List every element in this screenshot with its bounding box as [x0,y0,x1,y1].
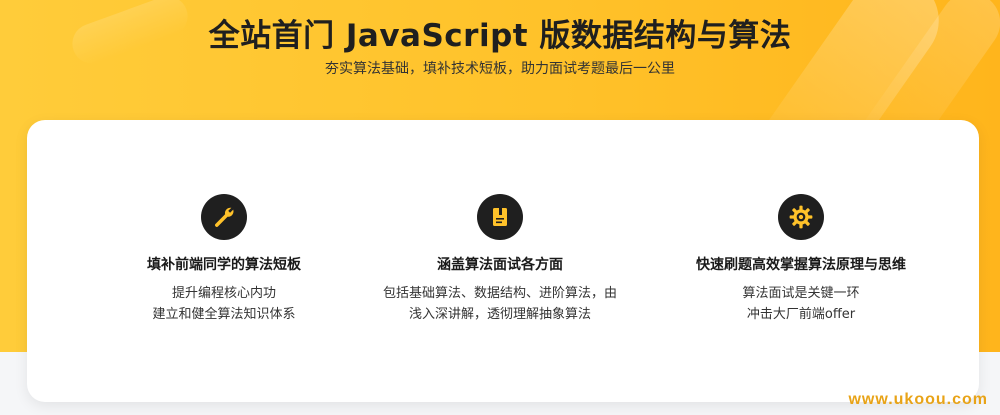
watermark: www.ukoou.com [848,391,988,408]
wrench-icon [201,194,247,240]
feature-desc-line: 算法面试是关键一环 [742,286,860,301]
feature-item: 涵盖算法面试各方面 包括基础算法、数据结构、进阶算法，由 浅入深讲解，透彻理解抽… [350,194,650,325]
page-subtitle: 夯实算法基础，填补技术短板，助力面试考题最后一公里 [325,61,675,77]
feature-title: 快速刷题高效掌握算法原理与思维 [696,257,906,273]
features-card: 填补前端同学的算法短板 提升编程核心内功 建立和健全算法知识体系 涵盖算法面试各… [27,120,979,402]
feature-item: 填补前端同学的算法短板 提升编程核心内功 建立和健全算法知识体系 [74,194,374,325]
page-title: 全站首门 JavaScript 版数据结构与算法 [208,18,792,54]
feature-desc-line: 冲击大厂前端offer [746,307,856,322]
feature-description: 算法面试是关键一环 冲击大厂前端offer [651,283,951,325]
feature-desc-line: 浅入深讲解，透彻理解抽象算法 [408,307,591,322]
feature-desc-line: 建立和健全算法知识体系 [152,307,296,322]
feature-title: 填补前端同学的算法短板 [147,257,301,273]
feature-title: 涵盖算法面试各方面 [437,257,563,273]
feature-desc-line: 包括基础算法、数据结构、进阶算法，由 [382,286,617,301]
feature-desc-line: 提升编程核心内功 [171,286,276,301]
feature-description: 包括基础算法、数据结构、进阶算法，由 浅入深讲解，透彻理解抽象算法 [350,283,650,325]
feature-item: 快速刷题高效掌握算法原理与思维 算法面试是关键一环 冲击大厂前端offer [651,194,951,325]
gear-icon [778,194,824,240]
feature-description: 提升编程核心内功 建立和健全算法知识体系 [74,283,374,325]
book-icon [477,194,523,240]
